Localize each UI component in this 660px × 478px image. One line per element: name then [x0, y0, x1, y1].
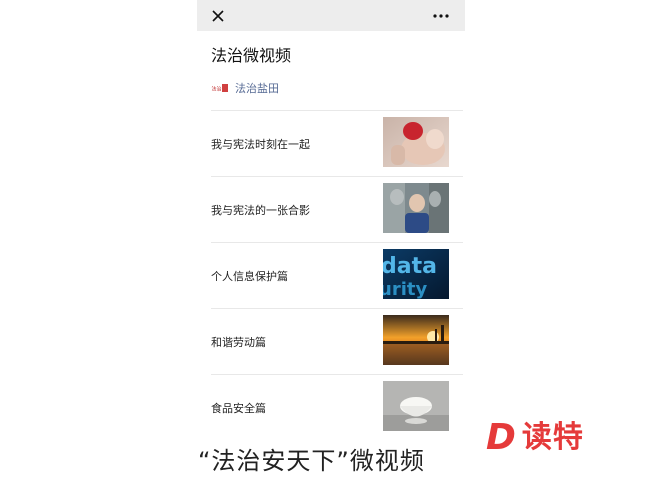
list-item[interactable]: 我与宪法时刻在一起 [211, 111, 463, 177]
rice-bowl-image [383, 381, 449, 431]
video-list: 我与宪法时刻在一起 我与宪法的一张合影 个人信息保护篇 data urity 和… [211, 111, 463, 440]
close-button[interactable] [208, 6, 228, 26]
account-link[interactable]: 法治 法治盐田 [211, 79, 451, 97]
brand-logo: D 读特 [486, 416, 616, 460]
sunset-image [383, 315, 449, 365]
svg-text:data: data [383, 254, 437, 279]
brand-letter: D [486, 417, 516, 458]
more-button[interactable] [429, 6, 453, 26]
list-item[interactable]: 个人信息保护篇 data urity [211, 243, 463, 309]
account-name: 法治盐田 [235, 82, 279, 95]
video-caption: “法治安天下”微视频 [198, 447, 425, 475]
close-icon [212, 10, 224, 22]
list-item[interactable]: 和谐劳动篇 [211, 309, 463, 375]
data-security-image: data urity [383, 249, 449, 299]
list-item[interactable]: 食品安全篇 [211, 375, 463, 440]
article-title: 法治微视频 [211, 46, 292, 65]
list-item[interactable]: 我与宪法的一张合影 [211, 177, 463, 243]
svg-text:法治: 法治 [212, 86, 222, 93]
more-icon [433, 14, 449, 18]
top-bar [197, 0, 465, 31]
account-logo: 法治 [211, 83, 228, 93]
portrait-image [383, 183, 449, 233]
hands-image [383, 117, 449, 167]
brand-text: 读特 [521, 420, 584, 455]
article-header: 法治微视频 法治 法治盐田 [211, 45, 451, 97]
mobile-page: 法治微视频 法治 法治盐田 我与宪法时刻在一起 我与宪法的一张合影 个人信息保护… [197, 0, 465, 478]
svg-text:urity: urity [383, 279, 427, 299]
